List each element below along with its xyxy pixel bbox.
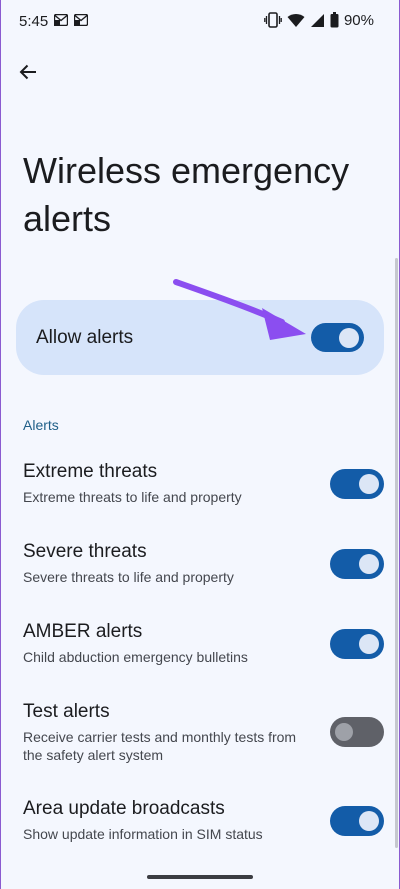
- row-title: Severe threats: [23, 541, 147, 562]
- switch-thumb: [359, 474, 379, 494]
- switch-thumb: [359, 811, 379, 831]
- area-update-broadcasts-switch[interactable]: [330, 806, 384, 836]
- setting-row-amber-alerts[interactable]: AMBER alerts Child abduction emergency b…: [0, 621, 400, 681]
- allow-alerts-switch[interactable]: [311, 323, 364, 352]
- setting-row-severe-threats[interactable]: Severe threats Severe threats to life an…: [0, 541, 400, 601]
- setting-row-extreme-threats[interactable]: Extreme threats Extreme threats to life …: [0, 461, 400, 521]
- alerts-section-header: Alerts: [23, 417, 59, 433]
- status-time: 5:45: [19, 13, 49, 30]
- row-title: Area update broadcasts: [23, 798, 225, 819]
- vibrate-icon: [264, 12, 282, 28]
- back-button[interactable]: [8, 52, 48, 92]
- gmail-notification-icon: [54, 14, 68, 26]
- row-subtitle: Show update information in SIM status: [23, 826, 263, 842]
- battery-percent: 90%: [343, 11, 374, 29]
- switch-thumb: [359, 634, 379, 654]
- allow-alerts-card[interactable]: Allow alerts: [16, 300, 384, 375]
- cell-signal-icon: [310, 13, 324, 27]
- row-subtitle: Extreme threats to life and property: [23, 489, 242, 505]
- row-subtitle: Child abduction emergency bulletins: [23, 649, 248, 665]
- switch-thumb: [339, 328, 359, 348]
- gesture-nav-handle[interactable]: [147, 875, 253, 879]
- wifi-icon: [287, 13, 305, 27]
- severe-threats-switch[interactable]: [330, 549, 384, 579]
- setting-row-test-alerts[interactable]: Test alerts Receive carrier tests and mo…: [0, 701, 400, 771]
- row-subtitle: Severe threats to life and property: [23, 569, 234, 585]
- amber-alerts-switch[interactable]: [330, 629, 384, 659]
- switch-thumb: [359, 554, 379, 574]
- test-alerts-switch[interactable]: [330, 717, 384, 747]
- switch-thumb: [335, 723, 353, 741]
- row-title: Test alerts: [23, 701, 110, 722]
- allow-alerts-label: Allow alerts: [36, 327, 134, 348]
- gmail-notification-icon: [74, 14, 88, 26]
- status-bar: 5:45 90%: [0, 0, 400, 40]
- row-title: Extreme threats: [23, 461, 158, 482]
- status-icons: 90%: [264, 11, 374, 29]
- row-title: AMBER alerts: [23, 621, 143, 642]
- extreme-threats-switch[interactable]: [330, 469, 384, 499]
- setting-row-area-update-broadcasts[interactable]: Area update broadcasts Show update infor…: [0, 798, 400, 858]
- row-subtitle: Receive carrier tests and monthly tests …: [23, 729, 297, 763]
- battery-icon: [330, 12, 339, 28]
- page-title: Wireless emergency alerts: [23, 150, 350, 239]
- arrow-left-icon: [19, 64, 36, 80]
